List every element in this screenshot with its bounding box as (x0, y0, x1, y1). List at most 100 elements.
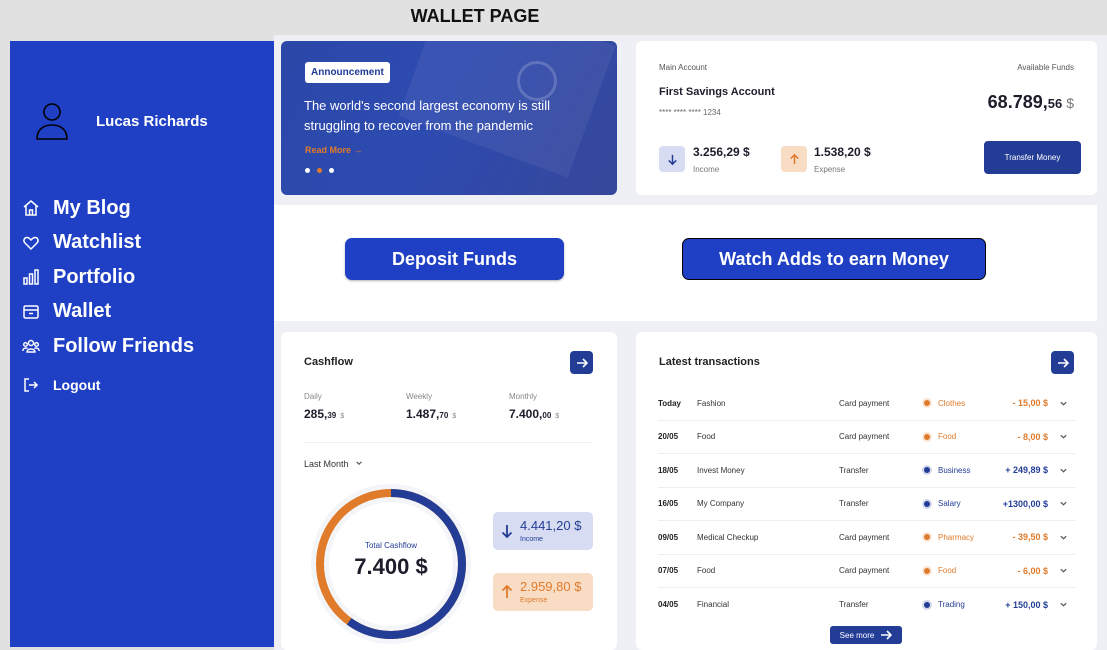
transaction-category: Clothes (938, 398, 966, 408)
announcement-text: The world's second largest economy is st… (304, 98, 550, 133)
period-label: Monthly (509, 392, 538, 401)
chevron-down-icon (1060, 501, 1067, 506)
category-dot (924, 400, 930, 407)
value-cents: 39 (327, 411, 337, 420)
category-dot (924, 534, 930, 541)
chevron-down-icon (356, 461, 362, 465)
see-more-button[interactable]: See more (830, 626, 902, 644)
transactions-open-button[interactable] (1051, 351, 1074, 374)
announcement-badge: Announcement (305, 62, 390, 83)
action-panel: Deposit Funds Watch Adds to earn Money (274, 205, 1097, 321)
announcement-banner[interactable]: Announcement The world's second largest … (281, 41, 617, 195)
account-balance: 68.789,56 $ (988, 92, 1074, 113)
carousel-dot-active[interactable] (317, 168, 322, 173)
category-dot (924, 500, 930, 507)
transaction-type: Transfer (839, 600, 869, 610)
expand-row-button[interactable] (1048, 399, 1068, 408)
transaction-category: Food (938, 566, 957, 576)
transaction-date: 04/05 (658, 600, 679, 610)
period-value: 7.400,00 $ (509, 407, 559, 421)
transaction-category: Salary (938, 499, 961, 509)
chevron-down-icon (1060, 468, 1067, 473)
logout-label: Logout (53, 376, 101, 393)
home-icon (23, 200, 39, 216)
category-dot (924, 601, 930, 608)
transaction-row[interactable]: 16/05 My Company Transfer Salary +1300,00 $ (658, 488, 1076, 521)
cashflow-open-button[interactable] (570, 351, 593, 374)
users-icon (22, 340, 40, 353)
income-badge (659, 146, 685, 172)
transaction-date: Today (658, 398, 681, 408)
carousel-dots (305, 168, 334, 173)
period-label: Daily (304, 392, 322, 401)
transaction-amount: +1300,00 $ (1002, 498, 1048, 509)
balance-main: 68.789, (987, 92, 1048, 112)
value-currency: $ (555, 413, 560, 420)
expand-row-button[interactable] (1048, 600, 1068, 609)
transaction-name: Food (697, 566, 716, 576)
sidebar-item-label: Watchlist (53, 231, 142, 254)
watch-ads-button[interactable]: Watch Adds to earn Money (682, 238, 986, 280)
carousel-dot[interactable] (329, 168, 334, 173)
deposit-funds-button[interactable]: Deposit Funds (345, 238, 564, 280)
value-currency: $ (340, 413, 345, 420)
sidebar-nav: My Blog Watchlist Portfolio Wallet Follo… (22, 191, 194, 402)
category-dot (924, 433, 930, 440)
sidebar-item-label: Follow Friends (53, 334, 195, 357)
period-dropdown[interactable]: Last Month (304, 459, 363, 469)
transaction-row[interactable]: Today Fashion Card payment Clothes - 15,00 $ (658, 387, 1076, 421)
sidebar-item-label: Wallet (53, 300, 112, 323)
cashflow-title: Cashflow (304, 356, 353, 368)
transaction-row[interactable]: 09/05 Medical Checkup Card payment Pharmacy… (658, 521, 1076, 555)
logout-button[interactable]: Logout (22, 368, 194, 403)
arrow-up-icon (501, 585, 513, 598)
account-card: Main Account Available Funds First Savin… (636, 41, 1097, 195)
transaction-row[interactable]: 18/05 Invest Money Transfer Business + 249,8… (658, 454, 1076, 488)
cashflow-card: Cashflow Daily 285,39 $ Weekly 1.487,70 $ … (281, 332, 617, 650)
arrow-right-icon (1057, 357, 1069, 368)
chevron-down-icon (1060, 401, 1067, 406)
arrow-down-icon (501, 525, 513, 538)
transaction-name: Food (697, 432, 716, 442)
carousel-dot[interactable] (305, 168, 310, 173)
sidebar-item-portfolio[interactable]: Portfolio (22, 260, 194, 295)
sidebar-item-my-blog[interactable]: My Blog (22, 191, 194, 226)
transaction-type: Transfer (839, 499, 869, 509)
value-main: 7.400, (509, 407, 543, 421)
available-funds-label: Available Funds (1017, 63, 1074, 72)
transaction-type: Transfer (839, 465, 869, 475)
cashflow-income-label: Income (520, 536, 543, 543)
transaction-amount: - 6,00 $ (1017, 565, 1048, 576)
sidebar-item-follow-friends[interactable]: Follow Friends (22, 329, 194, 364)
period-dropdown-label: Last Month (304, 459, 349, 469)
transfer-money-button[interactable]: Transfer Money (984, 141, 1081, 174)
expand-row-button[interactable] (1048, 566, 1068, 575)
account-name: First Savings Account (659, 86, 775, 98)
period-daily: Daily 285,39 $ (304, 392, 344, 421)
transaction-date: 20/05 (658, 432, 679, 442)
sidebar-item-watchlist[interactable]: Watchlist (22, 226, 194, 261)
user-profile[interactable]: Lucas Richards (35, 101, 208, 141)
chevron-down-icon (1060, 434, 1067, 439)
category-dot (924, 567, 930, 574)
transaction-date: 07/05 (658, 566, 679, 576)
transaction-row[interactable]: 07/05 Food Card payment Food - 6,00 $ (658, 555, 1076, 588)
cashflow-expense-value: 2.959,80 $ (520, 579, 582, 594)
sidebar-item-wallet[interactable]: Wallet (22, 295, 194, 330)
cashflow-income-value: 4.441,20 $ (520, 518, 582, 533)
username: Lucas Richards (96, 112, 208, 130)
transaction-amount: - 39,50 $ (1012, 532, 1048, 543)
transaction-row[interactable]: 20/05 Food Card payment Food - 8,00 $ (658, 421, 1076, 454)
transaction-row[interactable]: 04/05 Financial Transfer Trading + 150,00 $ (658, 588, 1076, 622)
read-more-link[interactable]: Read More → (305, 145, 363, 155)
period-value: 285,39 $ (304, 407, 344, 421)
period-monthly: Monthly 7.400,00 $ (509, 392, 559, 421)
category-dot (924, 467, 930, 474)
transaction-name: Invest Money (697, 465, 745, 475)
expand-row-button[interactable] (1048, 432, 1068, 441)
sidebar: Lucas Richards My Blog Watchlist Portfol… (10, 41, 274, 647)
expand-row-button[interactable] (1048, 466, 1068, 475)
expand-row-button[interactable] (1048, 533, 1068, 542)
transaction-date: 16/05 (658, 499, 679, 509)
expand-row-button[interactable] (1048, 499, 1068, 508)
